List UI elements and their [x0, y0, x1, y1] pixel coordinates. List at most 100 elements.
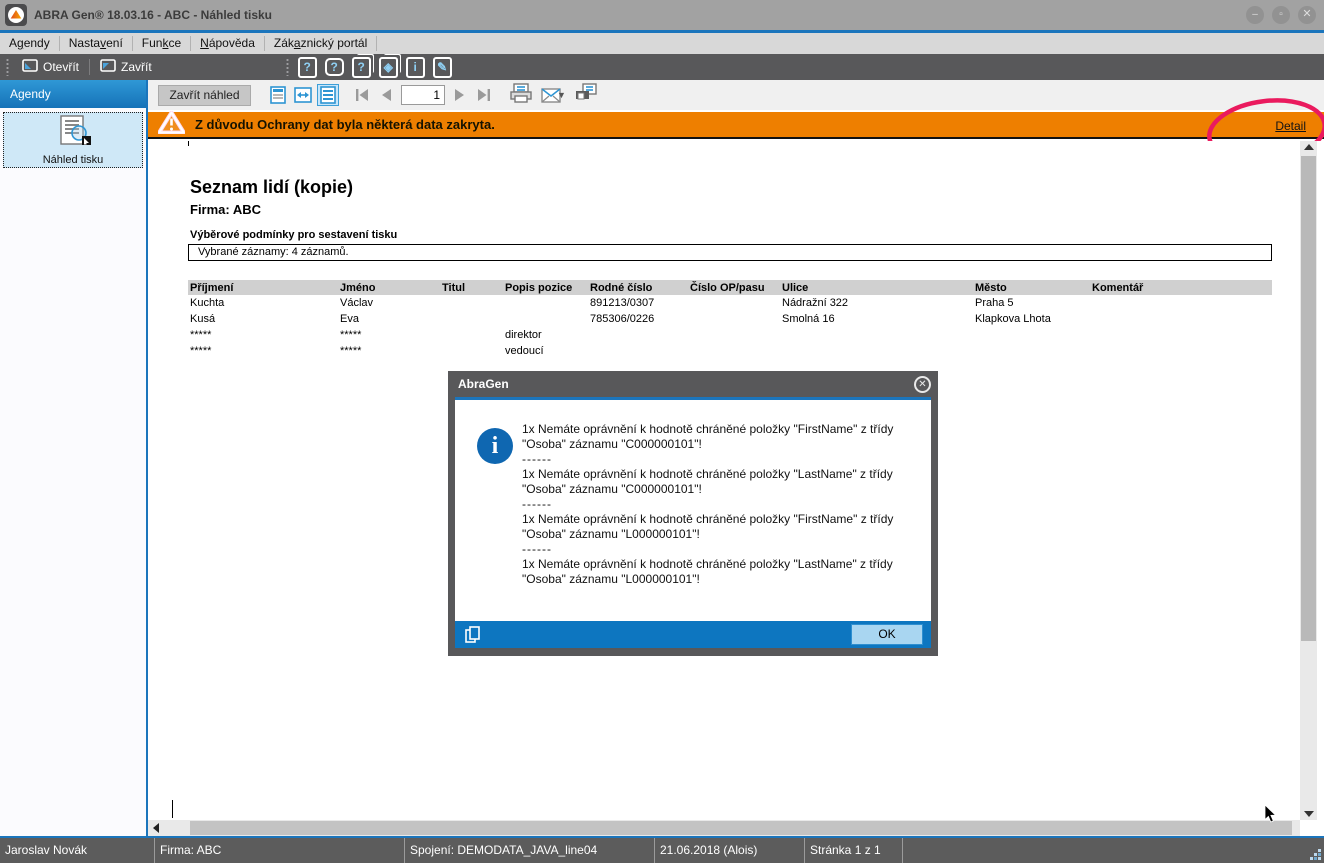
title-bar: ABRA Gen® 18.03.16 - ABC - Náhled tisku … [0, 0, 1324, 30]
menu-napoveda[interactable]: Nápověda [191, 33, 264, 54]
table-row: **********vedoucí [188, 343, 1272, 359]
menu-nastaveni[interactable]: Nastavení [60, 33, 132, 54]
vertical-scrollbar[interactable] [1300, 141, 1317, 820]
dialog-title: AbraGen [455, 377, 509, 391]
resize-grip[interactable] [1308, 847, 1322, 861]
col-header: Popis pozice [503, 280, 588, 295]
col-header: Komentář [1090, 280, 1272, 295]
open-agenda-button[interactable]: Otevřít [14, 56, 87, 78]
dialog-title-bar: AbraGen ✕ [455, 371, 931, 397]
scroll-left-arrow[interactable] [153, 823, 159, 833]
page-corner-mark [188, 141, 189, 146]
close-agenda-button[interactable]: Zavřít [92, 56, 160, 78]
page-number-input[interactable] [401, 85, 445, 105]
mouse-cursor [1264, 804, 1277, 823]
abra-logo-icon [5, 4, 27, 26]
info-page-icon[interactable]: i [406, 57, 425, 78]
window-title: ABRA Gen® 18.03.16 - ABC - Náhled tisku [34, 8, 272, 22]
people-table: Příjmení Jméno Titul Popis pozice Rodné … [188, 280, 1272, 359]
toolbar-grip [286, 58, 289, 76]
edit-notes-icon[interactable]: ✎ [433, 57, 452, 78]
message-separator: ------ [522, 452, 924, 467]
last-page-button[interactable] [475, 86, 493, 104]
warning-detail-link[interactable]: Detail [1275, 119, 1306, 133]
dialog-messages: 1x Nemáte oprávnění k hodnotě chráněné p… [522, 422, 924, 587]
scroll-up-arrow[interactable] [1304, 144, 1314, 150]
status-bar: Jaroslav Novák Firma: ABC Spojení: DEMOD… [0, 836, 1324, 863]
menu-zakaznicky-portal[interactable]: Zákaznický portál [265, 33, 376, 54]
sidebar-header: Agendy [0, 80, 146, 108]
next-page-button[interactable] [451, 86, 469, 104]
col-header: Ulice [780, 280, 973, 295]
table-row: KusáEva785306/0226Smolná 16Klapkova Lhot… [188, 311, 1272, 327]
report-title: Seznam lidí (kopie) [190, 177, 353, 198]
status-company: Firma: ABC [155, 838, 405, 863]
single-page-icon [270, 86, 286, 104]
print-button[interactable] [509, 83, 533, 108]
sidebar-item-nahled-tisku[interactable]: Náhled tisku [3, 112, 143, 168]
export-dropdown-caret[interactable]: ▼ [557, 90, 566, 100]
menu-agendy[interactable]: Agendy [0, 33, 59, 54]
abragen-message-dialog: AbraGen ✕ i 1x Nemáte oprávnění k hodnot… [448, 371, 938, 656]
close-button[interactable]: ✕ [1298, 6, 1316, 24]
print-copies-button[interactable] [574, 83, 598, 108]
previous-page-button[interactable] [377, 86, 395, 104]
folder-open-icon [22, 59, 38, 75]
table-row: KuchtaVáclav891213/0307Nádražní 322Praha… [188, 295, 1272, 311]
toolbar-separator [89, 59, 90, 75]
col-header: Jméno [338, 280, 440, 295]
horizontal-scroll-thumb[interactable] [190, 821, 1292, 835]
vertical-scroll-thumb[interactable] [1301, 156, 1316, 641]
context-help-icon[interactable]: ? [325, 58, 344, 76]
help-document-icon[interactable]: ? [298, 57, 317, 78]
toolbar-grip [6, 58, 9, 76]
preview-panel: Zavřít náhled [148, 80, 1324, 836]
menu-separator [376, 36, 377, 51]
table-header-row: Příjmení Jméno Titul Popis pozice Rodné … [188, 280, 1272, 295]
app-window: ABRA Gen® 18.03.16 - ABC - Náhled tisku … [0, 0, 1324, 863]
status-user: Jaroslav Novák [0, 838, 155, 863]
continuous-view-icon [320, 86, 336, 104]
dialog-footer: OK [455, 621, 931, 648]
status-date: 21.06.2018 (Alois) [655, 838, 805, 863]
fit-width-icon [294, 86, 312, 104]
agenda-help-icon[interactable]: ? [352, 57, 371, 78]
menu-bar: Agendy Nastavení Funkce Nápověda Zákazni… [0, 30, 1324, 54]
col-header: Titul [440, 280, 503, 295]
menu-funkce[interactable]: Funkce [133, 33, 190, 54]
dialog-message: 1x Nemáte oprávnění k hodnotě chráněné p… [522, 422, 924, 452]
ok-button[interactable]: OK [851, 624, 923, 645]
dialog-message: 1x Nemáte oprávnění k hodnotě chráněné p… [522, 467, 924, 497]
fit-width-view-button[interactable] [292, 84, 314, 106]
print-preview-icon [53, 115, 93, 152]
dialog-message: 1x Nemáte oprávnění k hodnotě chráněné p… [522, 557, 924, 587]
dialog-body: i 1x Nemáte oprávnění k hodnotě chráněné… [455, 400, 931, 621]
message-separator: ------ [522, 542, 924, 557]
warning-message: Z důvodu Ochrany dat byla některá data z… [195, 117, 495, 132]
related-documents-icon[interactable]: ◈ [379, 57, 398, 78]
status-filler [903, 838, 1324, 863]
first-page-button[interactable] [353, 86, 371, 104]
sidebar: Agendy Náhled tisku [0, 80, 148, 836]
minimize-button[interactable]: – [1246, 6, 1264, 24]
report-company: Firma: ABC [190, 202, 261, 217]
status-page: Stránka 1 z 1 [805, 838, 903, 863]
status-connection: Spojení: DEMODATA_JAVA_line04 [405, 838, 655, 863]
col-header: Rodné číslo [588, 280, 688, 295]
table-row: **********direktor [188, 327, 1272, 343]
col-header: Číslo OP/pasu [688, 280, 780, 295]
preview-toolbar: Zavřít náhled [148, 80, 1324, 110]
col-header: Město [973, 280, 1090, 295]
scroll-down-arrow[interactable] [1304, 811, 1314, 817]
close-preview-button[interactable]: Zavřít náhled [158, 85, 251, 106]
copy-to-clipboard-button[interactable] [463, 625, 483, 645]
warning-triangle-icon [158, 111, 185, 139]
horizontal-scrollbar[interactable] [148, 820, 1300, 836]
single-page-view-button[interactable] [267, 84, 289, 106]
info-icon: i [477, 428, 513, 464]
continuous-view-button[interactable] [317, 84, 339, 106]
dialog-close-icon[interactable]: ✕ [914, 376, 931, 393]
data-protection-warning-bar: Z důvodu Ochrany dat byla některá data z… [148, 112, 1324, 139]
maximize-button[interactable]: ▫ [1272, 6, 1290, 24]
export-email-button[interactable]: ▼ [541, 88, 566, 103]
